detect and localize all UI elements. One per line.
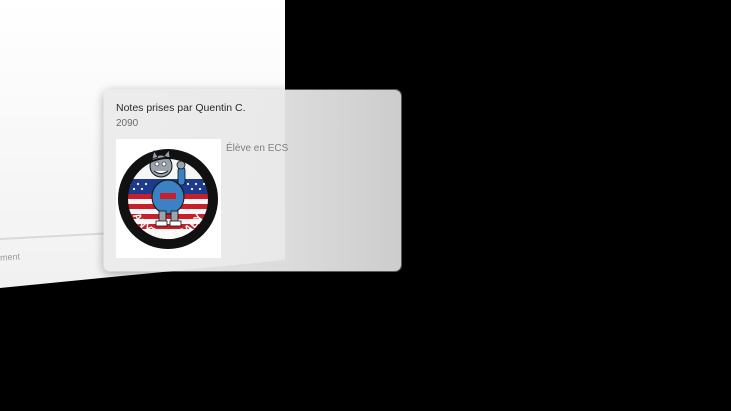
note-preview-card[interactable]: Notes prises par Quentin C. 2090 ANYTIME… [104,90,401,271]
card-title: Notes prises par Quentin C. [116,102,246,114]
background-label: ment [0,251,21,263]
card-year: 2090 [116,118,139,129]
screen: ment Notes prises par Quentin C. 2090 AN… [0,0,731,411]
card-thumbnail[interactable]: ANYTIME BABY [116,139,221,258]
card-description: Élève en ECS [226,143,289,154]
anytime-baby-patch-icon: ANYTIME BABY [118,149,218,249]
